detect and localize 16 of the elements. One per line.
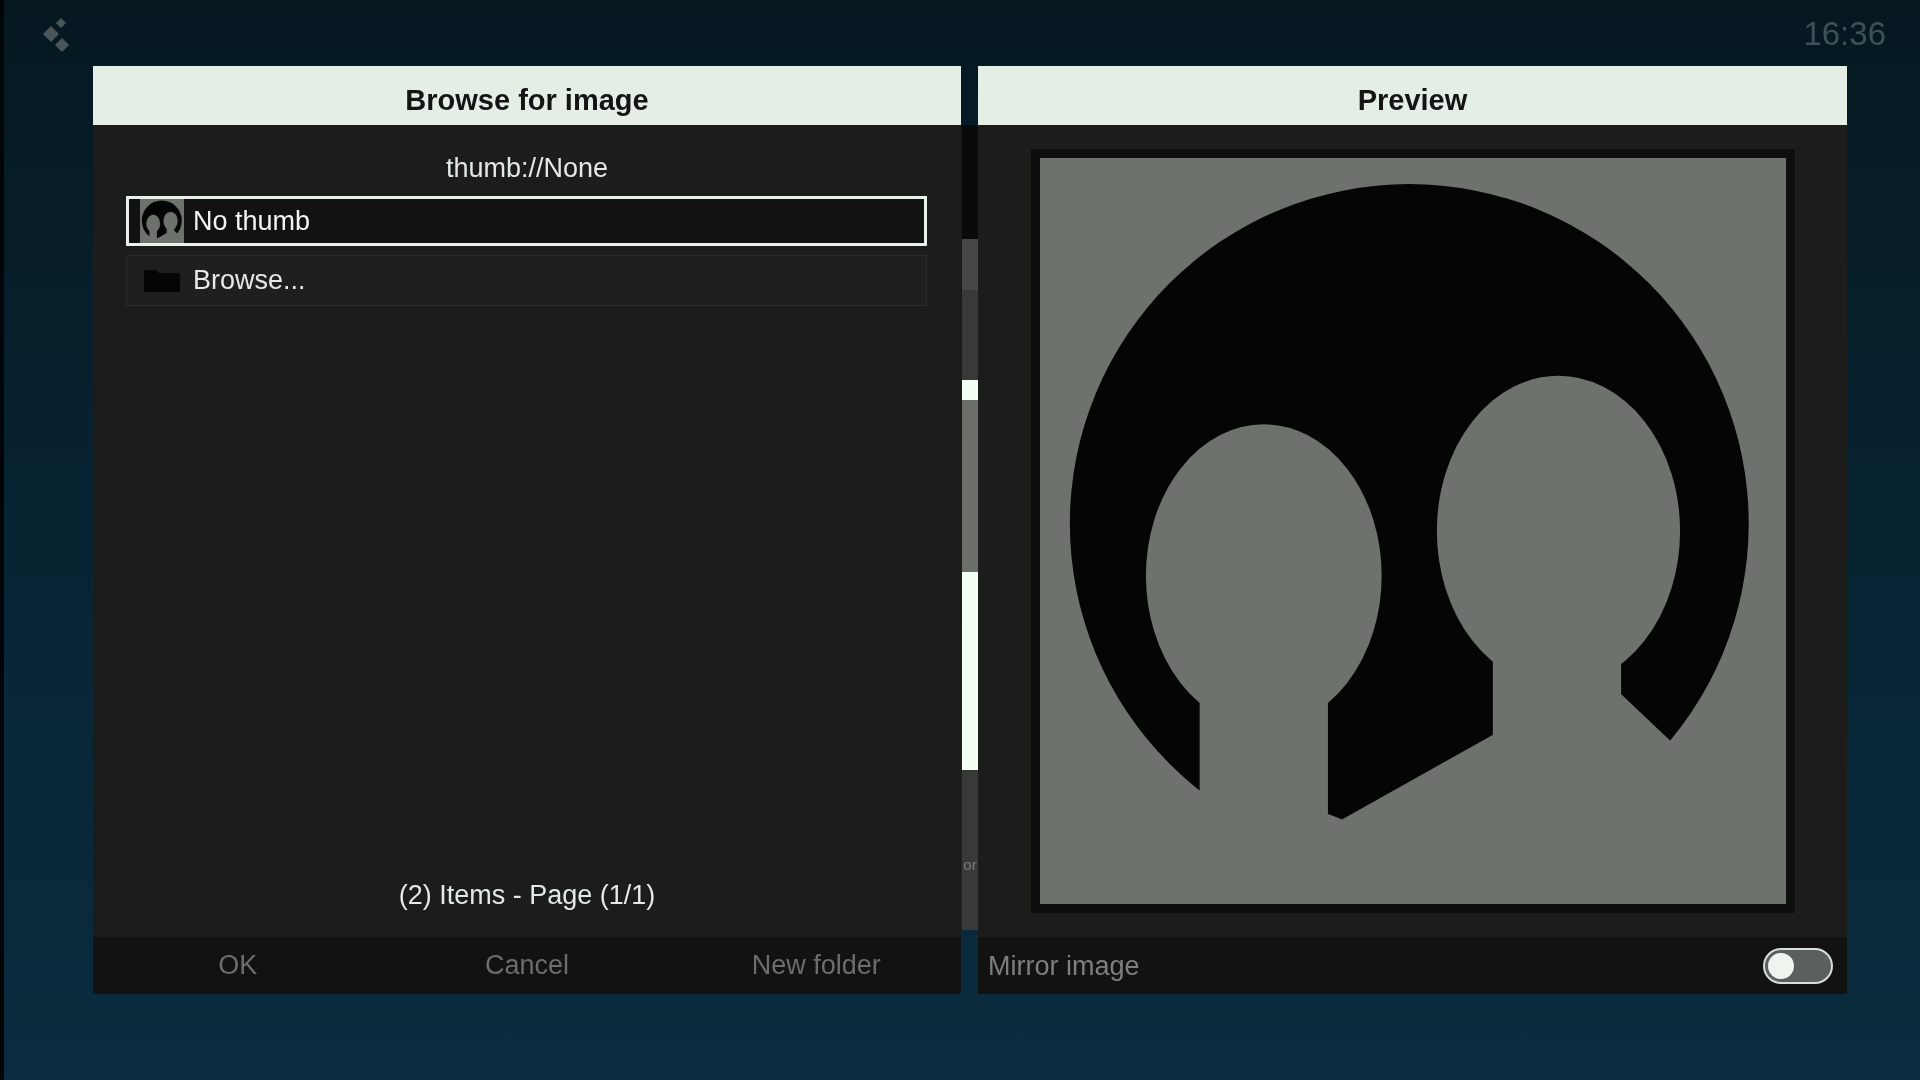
- dialog-button[interactable]: New folder: [671, 937, 961, 994]
- path-label: thumb://None: [445, 152, 609, 184]
- clock-label: 16:36: [1803, 15, 1886, 53]
- list-item[interactable]: No thumb: [126, 196, 927, 246]
- list-item[interactable]: Browse...: [126, 255, 927, 306]
- dialog-button[interactable]: Cancel: [382, 937, 672, 994]
- people-silhouette-icon: [140, 199, 184, 243]
- background-text: or: [963, 856, 977, 874]
- folder-icon: [144, 269, 180, 292]
- toggle-switch[interactable]: [1763, 947, 1833, 984]
- logo-icon: [43, 18, 70, 52]
- page-info-label: (2) Items - Page (1/1): [398, 879, 656, 911]
- dialog-button[interactable]: OK: [93, 937, 383, 994]
- option-label: Mirror image: [988, 949, 1140, 982]
- dialog-title: Preview: [978, 66, 1847, 125]
- dialog-title: Browse for image: [93, 66, 961, 125]
